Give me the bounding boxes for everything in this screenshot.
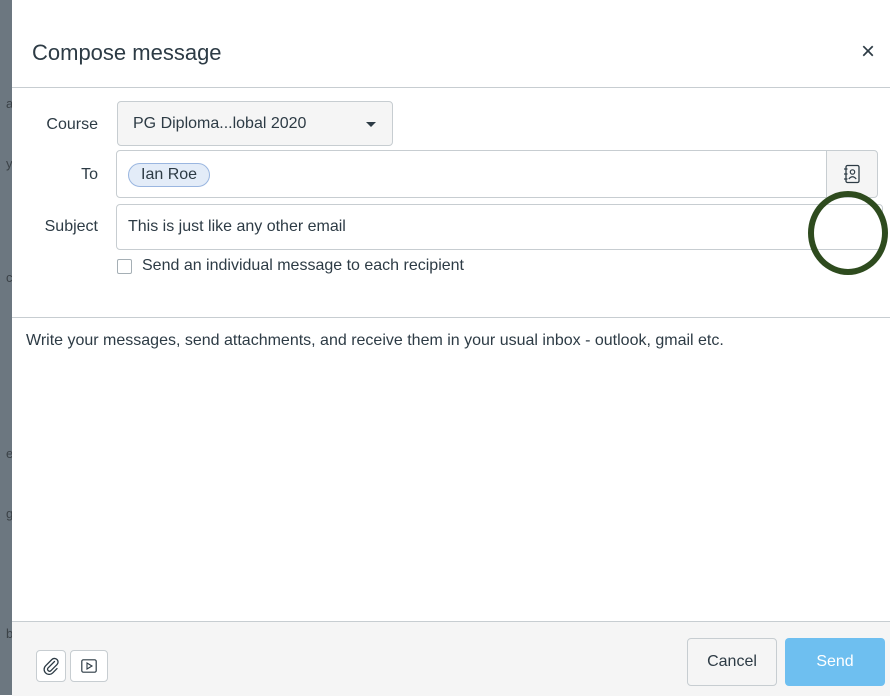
annotation-circle: [808, 191, 888, 275]
media-icon: [81, 659, 97, 673]
address-book-icon: [844, 164, 860, 184]
course-select-value: PG Diploma...lobal 2020: [133, 115, 307, 132]
close-icon[interactable]: ×: [856, 40, 880, 64]
to-recipients-field[interactable]: Ian Roe: [116, 150, 830, 198]
recipient-token[interactable]: Ian Roe: [128, 163, 211, 187]
message-body-textarea[interactable]: Write your messages, send attachments, a…: [26, 330, 886, 352]
caret-down-icon: [366, 122, 376, 127]
divider: [12, 317, 890, 318]
subject-input[interactable]: This is just like any other email: [116, 204, 883, 250]
paperclip-icon: [43, 657, 59, 675]
to-label: To: [81, 166, 98, 183]
dialog-title: Compose message: [32, 40, 222, 65]
subject-input-value: This is just like any other email: [128, 218, 346, 235]
dialog-header: Compose message ×: [12, 0, 890, 88]
compose-message-dialog: Compose message × Course PG Diploma...lo…: [12, 0, 890, 696]
cancel-button[interactable]: Cancel: [687, 638, 777, 686]
subject-label: Subject: [44, 218, 98, 235]
course-label: Course: [46, 116, 98, 133]
course-select[interactable]: PG Diploma...lobal 2020: [117, 101, 393, 146]
attach-file-button[interactable]: [36, 650, 66, 682]
individual-message-checkbox[interactable]: [117, 259, 132, 274]
record-media-button[interactable]: [70, 650, 108, 682]
dialog-footer: Cancel Send: [12, 621, 890, 696]
send-button[interactable]: Send: [785, 638, 885, 686]
individual-message-label: Send an individual message to each recip…: [142, 257, 464, 274]
